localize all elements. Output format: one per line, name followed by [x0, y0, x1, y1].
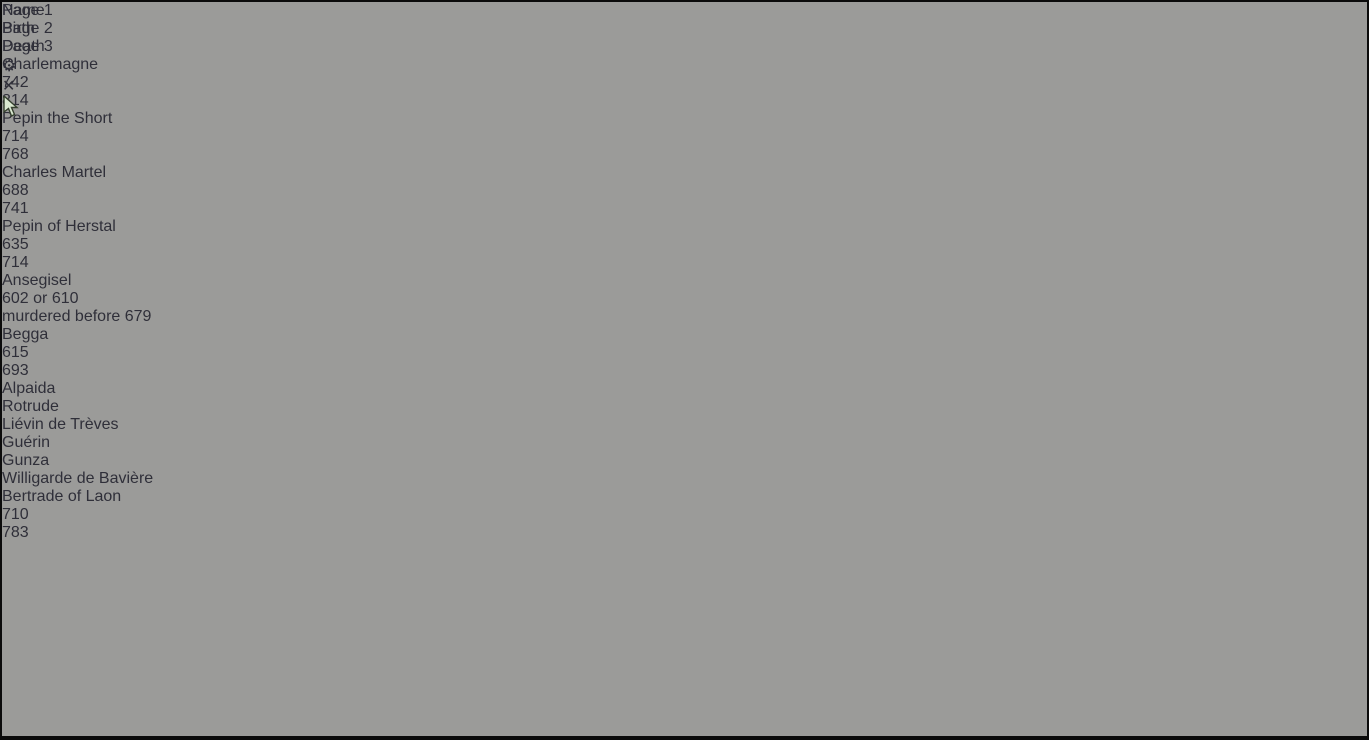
- close-button[interactable]: ✕: [2, 76, 1367, 96]
- death-cell: 783: [2, 524, 1367, 542]
- birth-cell: 688: [2, 182, 1367, 200]
- death-cell: 714: [2, 254, 1367, 272]
- tree-row[interactable]: Ansegisel602 or 610murdered before 679: [2, 272, 1367, 326]
- birth-cell: 710: [2, 506, 1367, 524]
- tree-name-cell: Gunza: [2, 452, 1367, 470]
- tree-name-cell: Rotrude: [2, 398, 1367, 416]
- tree-row[interactable]: Alpaida: [2, 380, 1367, 398]
- tree-row[interactable]: Begga615693: [2, 326, 1367, 380]
- person-name: Guérin: [2, 434, 50, 451]
- tree-scrollbar-thumb[interactable]: [2, 542, 1367, 740]
- birth-cell: 714: [2, 128, 1367, 146]
- settings-button[interactable]: ⚙: [2, 56, 1367, 76]
- death-cell: 768: [2, 146, 1367, 164]
- top-tab-page-3[interactable]: Page 3: [2, 38, 1367, 56]
- tree-name-cell: Guérin: [2, 434, 1367, 452]
- birth-cell: 602 or 610: [2, 290, 1367, 308]
- person-name: Rotrude: [2, 398, 59, 415]
- top-page-switcher: Page 1Page 2Page 3: [2, 2, 1367, 56]
- tree-row[interactable]: Charles Martel688741: [2, 164, 1367, 218]
- death-cell: murdered before 679: [2, 308, 1367, 326]
- tree-name-cell: Liévin de Trèves: [2, 416, 1367, 434]
- birth-cell: 615: [2, 344, 1367, 362]
- person-name: Pepin of Herstal: [2, 218, 116, 235]
- person-name: Bertrade of Laon: [2, 488, 121, 505]
- tree-table-body: Charlemagne742814Pepin the Short714768Ch…: [2, 56, 1367, 542]
- death-cell: 693: [2, 362, 1367, 380]
- tree-row[interactable]: Willigarde de Bavière: [2, 470, 1367, 488]
- tree-row[interactable]: Guérin: [2, 434, 1367, 452]
- person-name: Liévin de Trèves: [2, 416, 119, 433]
- tree-name-cell: Ansegisel: [2, 272, 1367, 290]
- tree-name-cell: Willigarde de Bavière: [2, 470, 1367, 488]
- tree-row[interactable]: Bertrade of Laon710783: [2, 488, 1367, 542]
- tree-row[interactable]: Gunza: [2, 452, 1367, 470]
- person-name: Ansegisel: [2, 272, 71, 289]
- tree-name-cell: Charles Martel: [2, 164, 1367, 182]
- tree-row[interactable]: Pepin of Herstal635714: [2, 218, 1367, 272]
- close-icon: ✕: [2, 78, 15, 95]
- top-tab-page-1[interactable]: Page 1: [2, 2, 1367, 20]
- gear-icon: ⚙: [2, 58, 16, 75]
- person-name: Charles Martel: [2, 164, 106, 181]
- person-name: Gunza: [2, 452, 49, 469]
- person-name: Alpaida: [2, 380, 55, 397]
- tree-scrollbar[interactable]: [2, 542, 1367, 740]
- person-name: Begga: [2, 326, 48, 343]
- person-name: Willigarde de Bavière: [2, 470, 153, 487]
- top-tab-page-2[interactable]: Page 2: [2, 20, 1367, 38]
- death-cell: 741: [2, 200, 1367, 218]
- birth-cell: 635: [2, 236, 1367, 254]
- tree-row[interactable]: Rotrude: [2, 398, 1367, 416]
- tree-name-cell: Begga: [2, 326, 1367, 344]
- tree-name-cell: Pepin of Herstal: [2, 218, 1367, 236]
- tree-name-cell: Bertrade of Laon: [2, 488, 1367, 506]
- title-bar: Page 1Page 2Page 3 ⚙ ✕: [2, 2, 1367, 43]
- tree-row[interactable]: Liévin de Trèves: [2, 416, 1367, 434]
- mouse-cursor: [2, 96, 22, 119]
- tree-name-cell: Alpaida: [2, 380, 1367, 398]
- application-window: Page 1Page 2Page 3 ⚙ ✕ NameBirthDeath Ch…: [0, 0, 1369, 740]
